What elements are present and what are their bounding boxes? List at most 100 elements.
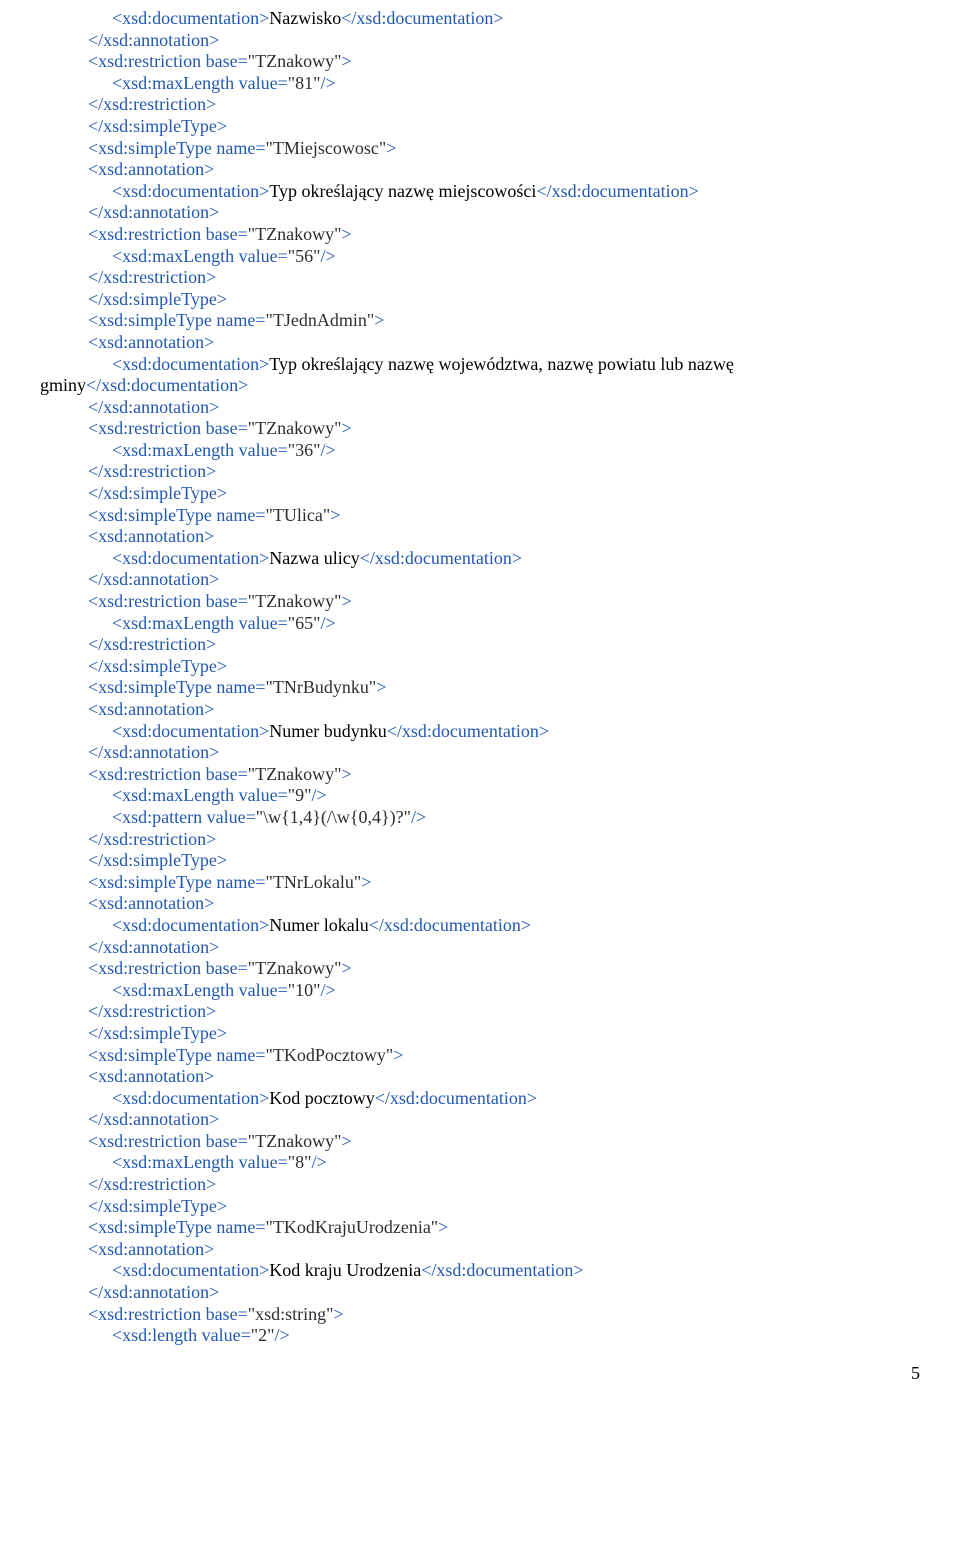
code-line: <xsd:documentation>Nazwisko</xsd:documen… bbox=[112, 8, 920, 30]
code-line: <xsd:simpleType name="TKodPocztowy"> bbox=[88, 1045, 920, 1067]
xml-text: Numer lokalu bbox=[269, 915, 368, 935]
code-line: <xsd:maxLength value="56"/> bbox=[112, 246, 920, 268]
xml-tag: > bbox=[341, 1131, 351, 1151]
xml-tag: </xsd:annotation> bbox=[88, 1282, 219, 1302]
code-line: </xsd:annotation> bbox=[88, 1109, 920, 1131]
xml-tag: <xsd:restriction base= bbox=[88, 418, 248, 438]
code-line: </xsd:simpleType> bbox=[88, 483, 920, 505]
xml-attribute: "TZnakowy" bbox=[248, 224, 342, 244]
xml-tag: </xsd:simpleType> bbox=[88, 483, 227, 503]
xml-attribute: "81" bbox=[288, 73, 321, 93]
code-line: <xsd:restriction base="TZnakowy"> bbox=[88, 958, 920, 980]
xml-attribute: "TKodKrajuUrodzenia" bbox=[266, 1217, 439, 1237]
code-line: <xsd:simpleType name="TJednAdmin"> bbox=[88, 310, 920, 332]
xml-tag: /> bbox=[311, 1152, 326, 1172]
code-line: <xsd:maxLength value="10"/> bbox=[112, 980, 920, 1002]
xml-tag: /> bbox=[320, 613, 335, 633]
page-number: 5 bbox=[40, 1363, 920, 1385]
code-line: <xsd:maxLength value="8"/> bbox=[112, 1152, 920, 1174]
xml-attribute: "TNrBudynku" bbox=[266, 677, 377, 697]
xml-tag: > bbox=[374, 310, 384, 330]
xml-tag: </xsd:documentation> bbox=[536, 181, 698, 201]
xml-tag: </xsd:simpleType> bbox=[88, 289, 227, 309]
xml-attribute: "TKodPocztowy" bbox=[266, 1045, 394, 1065]
xml-attribute: "TUlica" bbox=[266, 505, 331, 525]
xml-tag: > bbox=[330, 505, 340, 525]
code-line: <xsd:restriction base="TZnakowy"> bbox=[88, 51, 920, 73]
xml-tag: </xsd:annotation> bbox=[88, 742, 219, 762]
xml-tag: <xsd:restriction base= bbox=[88, 958, 248, 978]
xml-attribute: "36" bbox=[288, 440, 321, 460]
xml-tag: <xsd:documentation> bbox=[112, 8, 269, 28]
xml-attribute: "56" bbox=[288, 246, 321, 266]
code-line: <xsd:annotation> bbox=[88, 893, 920, 915]
xml-attribute: "2" bbox=[251, 1325, 275, 1345]
xml-tag: <xsd:maxLength value= bbox=[112, 440, 288, 460]
code-line: </xsd:annotation> bbox=[88, 1282, 920, 1304]
xml-tag: </xsd:restriction> bbox=[88, 829, 216, 849]
xml-attribute: "TJednAdmin" bbox=[266, 310, 375, 330]
xml-tag: <xsd:annotation> bbox=[88, 332, 214, 352]
code-line: <xsd:documentation>Numer lokalu</xsd:doc… bbox=[112, 915, 920, 937]
code-line: <xsd:annotation> bbox=[88, 1239, 920, 1261]
xml-tag: </xsd:simpleType> bbox=[88, 1196, 227, 1216]
xml-tag: /> bbox=[320, 980, 335, 1000]
code-line: <xsd:documentation>Kod kraju Urodzenia</… bbox=[112, 1260, 920, 1282]
xml-tag: </xsd:annotation> bbox=[88, 30, 219, 50]
xml-tag: > bbox=[438, 1217, 448, 1237]
xml-tag: /> bbox=[411, 807, 426, 827]
xml-tag: > bbox=[341, 51, 351, 71]
code-line: <xsd:simpleType name="TNrBudynku"> bbox=[88, 677, 920, 699]
xml-tag: </xsd:documentation> bbox=[360, 548, 522, 568]
code-line: <xsd:restriction base="TZnakowy"> bbox=[88, 591, 920, 613]
code-line: </xsd:restriction> bbox=[88, 461, 920, 483]
xml-tag: <xsd:restriction base= bbox=[88, 1131, 248, 1151]
xml-tag: <xsd:restriction base= bbox=[88, 1304, 248, 1324]
xml-tag: </xsd:annotation> bbox=[88, 202, 219, 222]
xml-tag: /> bbox=[320, 440, 335, 460]
xml-tag: <xsd:restriction base= bbox=[88, 224, 248, 244]
code-line: <xsd:restriction base="xsd:string"> bbox=[88, 1304, 920, 1326]
code-line: </xsd:restriction> bbox=[88, 634, 920, 656]
xml-tag: <xsd:documentation> bbox=[112, 181, 269, 201]
xml-tag: <xsd:annotation> bbox=[88, 526, 214, 546]
xml-tag: /> bbox=[311, 785, 326, 805]
xml-tag: <xsd:annotation> bbox=[88, 699, 214, 719]
xml-tag: <xsd:documentation> bbox=[112, 721, 269, 741]
code-line: <xsd:simpleType name="TKodKrajuUrodzenia… bbox=[88, 1217, 920, 1239]
xml-tag: <xsd:maxLength value= bbox=[112, 1152, 288, 1172]
xml-tag: /> bbox=[274, 1325, 289, 1345]
xml-tag: </xsd:documentation> bbox=[421, 1260, 583, 1280]
code-line: <xsd:restriction base="TZnakowy"> bbox=[88, 418, 920, 440]
code-line: <xsd:simpleType name="TNrLokalu"> bbox=[88, 872, 920, 894]
code-line: <xsd:maxLength value="81"/> bbox=[112, 73, 920, 95]
xml-tag: <xsd:annotation> bbox=[88, 1066, 214, 1086]
xml-tag: <xsd:simpleType name= bbox=[88, 310, 266, 330]
xml-attribute: "10" bbox=[288, 980, 321, 1000]
xml-tag: <xsd:documentation> bbox=[112, 548, 269, 568]
code-line: <xsd:maxLength value="9"/> bbox=[112, 785, 920, 807]
code-line: </xsd:annotation> bbox=[88, 742, 920, 764]
code-line: <xsd:annotation> bbox=[88, 332, 920, 354]
code-line: <xsd:documentation>Typ określający nazwę… bbox=[112, 354, 920, 376]
code-line: <xsd:pattern value="\w{1,4}(/\w{0,4})?"/… bbox=[112, 807, 920, 829]
xml-tag: </xsd:documentation> bbox=[387, 721, 549, 741]
code-line: <xsd:annotation> bbox=[88, 1066, 920, 1088]
xml-text: gminy bbox=[40, 375, 86, 395]
code-line: </xsd:restriction> bbox=[88, 94, 920, 116]
xml-text: Kod pocztowy bbox=[269, 1088, 374, 1108]
xml-tag: </xsd:simpleType> bbox=[88, 656, 227, 676]
xml-tag: > bbox=[386, 138, 396, 158]
code-line: <xsd:documentation>Numer budynku</xsd:do… bbox=[112, 721, 920, 743]
code-line: </xsd:restriction> bbox=[88, 1001, 920, 1023]
xml-tag: <xsd:annotation> bbox=[88, 159, 214, 179]
xml-tag: <xsd:maxLength value= bbox=[112, 246, 288, 266]
xml-tag: </xsd:restriction> bbox=[88, 267, 216, 287]
xml-tag: <xsd:simpleType name= bbox=[88, 138, 266, 158]
xml-tag: <xsd:maxLength value= bbox=[112, 613, 288, 633]
xml-tag: <xsd:annotation> bbox=[88, 893, 214, 913]
code-line: gminy</xsd:documentation> bbox=[40, 375, 920, 397]
xml-tag: <xsd:restriction base= bbox=[88, 591, 248, 611]
code-line: </xsd:simpleType> bbox=[88, 289, 920, 311]
xml-attribute: "9" bbox=[288, 785, 312, 805]
